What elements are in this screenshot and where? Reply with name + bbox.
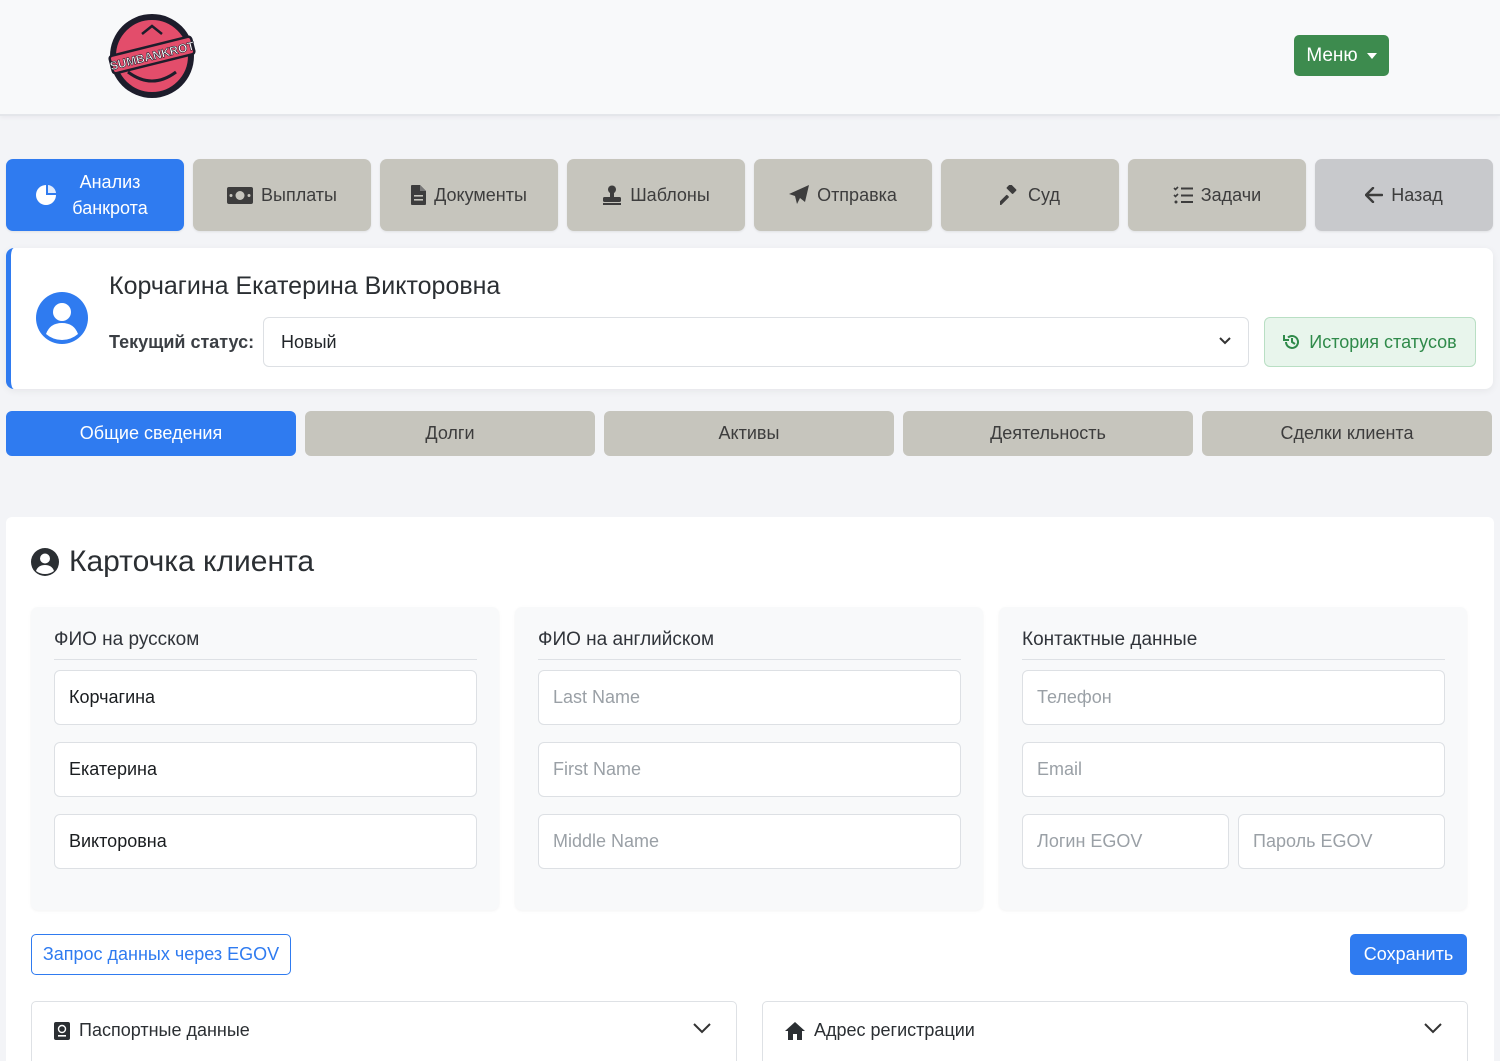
- menu-label: Меню: [1306, 44, 1358, 66]
- first-name-ru-input[interactable]: Екатерина: [54, 742, 477, 797]
- history-icon: [1283, 334, 1300, 349]
- home-icon: [785, 1021, 805, 1040]
- panel-title-text: Карточка клиента: [69, 545, 315, 578]
- nav-templates-button[interactable]: Шаблоны: [567, 159, 745, 231]
- egov-login-input[interactable]: Логин EGOV: [1022, 814, 1229, 869]
- status-history-button[interactable]: История статусов: [1264, 317, 1476, 367]
- accordion-header: Паспортные данные: [54, 1020, 250, 1041]
- nav-payments-button[interactable]: Выплаты: [193, 159, 371, 231]
- status-label: Текущий статус:: [109, 332, 255, 352]
- section-title: ФИО на русском: [54, 629, 200, 650]
- nav-label: Выплаты: [261, 185, 337, 205]
- nav-court-button[interactable]: Суд: [941, 159, 1119, 231]
- section-tabs: Общие сведения Долги Активы Деятельность…: [6, 411, 1494, 456]
- chevron-down-icon: [693, 1023, 711, 1034]
- tab-client-deals[interactable]: Сделки клиента: [1202, 411, 1492, 456]
- nav-label: Назад: [1391, 185, 1443, 205]
- logo[interactable]: SUMBANKROT: [108, 12, 196, 100]
- divider: [538, 659, 961, 660]
- section-contacts: Контактные данные Телефон Email Логин EG…: [999, 607, 1467, 910]
- last-name-en-input[interactable]: Last Name: [538, 670, 961, 725]
- stamp-icon: [603, 185, 622, 205]
- section-title: Контактные данные: [1022, 629, 1198, 650]
- status-select[interactable]: Новый: [263, 317, 1249, 367]
- nav-label: Шаблоны: [630, 185, 710, 205]
- tab-activity[interactable]: Деятельность: [903, 411, 1193, 456]
- nav-label: Суд: [1028, 185, 1060, 205]
- save-button[interactable]: Сохранить: [1350, 934, 1467, 975]
- client-header-card: Корчагина Екатерина Викторовна Текущий с…: [6, 248, 1493, 389]
- first-name-en-input[interactable]: First Name: [538, 742, 961, 797]
- email-input[interactable]: Email: [1022, 742, 1445, 797]
- tab-debts[interactable]: Долги: [305, 411, 595, 456]
- user-circle-icon: [31, 548, 59, 576]
- nav-label: Анализ банкрота: [72, 172, 148, 218]
- top-nav: Анализ банкрота Выплаты Документы Шаблон…: [6, 159, 1494, 231]
- caret-down-icon: [1366, 52, 1377, 59]
- nav-send-button[interactable]: Отправка: [754, 159, 932, 231]
- nav-analysis-button[interactable]: Анализ банкрота: [6, 159, 184, 231]
- accordion-passport[interactable]: Паспортные данные: [31, 1001, 737, 1061]
- client-card-panel: Карточка клиента ФИО на русском Корчагин…: [6, 517, 1494, 1061]
- tab-general[interactable]: Общие сведения: [6, 411, 296, 456]
- divider: [1022, 659, 1445, 660]
- money-bill-icon: [227, 186, 253, 204]
- header: SUMBANKROT Меню: [0, 0, 1500, 116]
- chevron-down-icon: [1424, 1023, 1442, 1034]
- divider: [54, 659, 477, 660]
- file-icon: [411, 185, 427, 205]
- pie-chart-icon: [36, 185, 56, 205]
- chevron-down-icon: [1219, 337, 1231, 345]
- accordion-label: Паспортные данные: [79, 1020, 250, 1040]
- nav-label: Задачи: [1200, 185, 1262, 205]
- section-name-ru: ФИО на русском Корчагина Екатерина Викто…: [31, 607, 499, 910]
- middle-name-ru-input[interactable]: Викторовна: [54, 814, 477, 869]
- user-circle-icon: [36, 292, 88, 344]
- panel-title: Карточка клиента: [30, 545, 314, 579]
- last-name-ru-input[interactable]: Корчагина: [54, 670, 477, 725]
- tab-assets[interactable]: Активы: [604, 411, 894, 456]
- section-name-en: ФИО на английском Last Name First Name M…: [515, 607, 983, 910]
- nav-documents-button[interactable]: Документы: [380, 159, 558, 231]
- accordion-header: Адрес регистрации: [785, 1020, 975, 1041]
- section-title: ФИО на английском: [538, 629, 715, 650]
- nav-label: Отправка: [817, 185, 897, 205]
- accordion-label: Адрес регистрации: [814, 1020, 975, 1040]
- nav-back-button[interactable]: Назад: [1315, 159, 1493, 231]
- middle-name-en-input[interactable]: Middle Name: [538, 814, 961, 869]
- menu-button[interactable]: Меню: [1294, 35, 1389, 76]
- tasks-icon: [1173, 186, 1193, 204]
- accordion-registration-address[interactable]: Адрес регистрации: [762, 1001, 1468, 1061]
- status-value: Новый: [281, 331, 337, 352]
- egov-request-button[interactable]: Запрос данных через EGOV: [31, 934, 291, 975]
- nav-label: Документы: [434, 185, 527, 205]
- egov-password-input[interactable]: Пароль EGOV: [1238, 814, 1445, 869]
- client-name: Корчагина Екатерина Викторовна: [109, 272, 501, 300]
- gavel-icon: [1000, 185, 1017, 205]
- status-history-label: История статусов: [1309, 331, 1457, 352]
- nav-tasks-button[interactable]: Задачи: [1128, 159, 1306, 231]
- phone-input[interactable]: Телефон: [1022, 670, 1445, 725]
- arrow-left-icon: [1365, 187, 1384, 203]
- passport-icon: [54, 1021, 70, 1040]
- paper-plane-icon: [789, 185, 810, 204]
